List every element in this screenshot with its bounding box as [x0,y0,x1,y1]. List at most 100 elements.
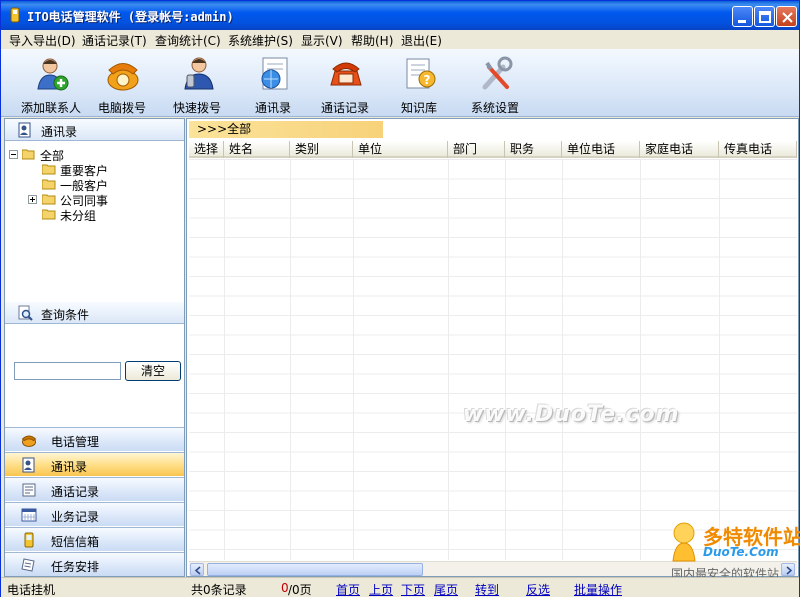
system-settings-button[interactable]: 系统设置 [457,53,533,115]
scroll-left-button[interactable] [190,563,204,576]
query-panel-title: 查询条件 [41,308,90,322]
goto-page-link[interactable]: 转到 [475,581,499,597]
menu-system-maintenance[interactable]: 系统维护(S) [228,32,293,49]
phone-dial-icon [107,63,139,91]
duote-logo: 多特软件站 DuoTe.Com 国内最安全的软件站 [663,519,800,581]
status-bar: 电话挂机 共0条记录 0 /0页 首页 上页 下页 尾页 转到 反选 批量操作 [1,577,799,597]
tools-icon [482,56,513,90]
collapse-icon[interactable] [9,150,18,159]
nav-sms-inbox[interactable]: 短信信箱 [5,527,184,551]
invert-selection-link[interactable]: 反选 [526,581,550,597]
call-log-label: 通话记录 [320,101,369,115]
nav-label: 通话记录 [51,485,100,499]
tree-node-general[interactable]: 一般客户 [9,177,179,193]
prev-page-link[interactable]: 上页 [369,581,393,597]
close-button[interactable] [776,6,797,27]
call-log-button[interactable]: 通话记录 [307,53,383,115]
call-log-icon [330,62,362,86]
nav-business-records[interactable]: 业务记录 [5,502,184,526]
clear-button[interactable]: 清空 [125,361,181,381]
folder-icon [42,164,56,175]
pc-dial-label: 电脑拨号 [97,101,146,115]
site-watermark: www.DuoTe.com [463,402,680,427]
contacts-icon [18,122,31,138]
menu-view[interactable]: 显示(V) [301,32,343,49]
menu-help[interactable]: 帮助(H) [351,32,393,49]
task-icon [21,558,35,572]
menu-query-stats[interactable]: 查询统计(C) [155,32,221,49]
batch-operation-link[interactable]: 批量操作 [574,581,622,597]
col-header-position[interactable]: 职务 [505,141,562,158]
knowledge-base-button[interactable]: ? 知识库 [381,53,457,115]
nav-label: 电话管理 [51,435,100,449]
window-title: ITO电话管理软件 (登录帐号:admin) [27,10,234,24]
svg-text:?: ? [424,73,431,87]
knowledge-base-label: 知识库 [400,101,437,115]
col-header-category[interactable]: 类别 [290,141,353,158]
quick-dial-label: 快速拨号 [172,101,221,115]
tree-node-all[interactable]: 全部 [9,147,179,163]
quick-dial-button[interactable]: 快速拨号 [159,53,235,115]
toolbar: 添加联系人 电脑拨号 快速拨号 通讯录 通话记录 ? 知识库 系统设置 [1,49,799,117]
search-input[interactable] [14,362,121,380]
nav-contacts[interactable]: 通讯录 [5,452,184,476]
col-header-department[interactable]: 部门 [448,141,505,158]
menu-call-records[interactable]: 通话记录(T) [82,32,147,49]
grid-line [448,159,449,560]
menu-import-export[interactable]: 导入导出(D) [9,32,76,49]
col-header-select[interactable]: 选择 [189,141,224,158]
col-header-office-phone[interactable]: 单位电话 [562,141,640,158]
address-book-label: 通讯录 [254,101,291,115]
tree-node-ungrouped[interactable]: 未分组 [9,207,179,223]
address-book-button[interactable]: 通讯录 [235,53,311,115]
folder-icon [42,179,56,190]
group-tree: 全部 重要客户 一般客户 公司同事 未分组 [5,143,184,300]
contacts-panel-title: 通讯录 [41,125,78,139]
nav-phone-management[interactable]: 电话管理 [5,427,184,451]
menu-exit[interactable]: 退出(E) [401,32,442,49]
next-page-link[interactable]: 下页 [401,581,425,597]
col-header-name[interactable]: 姓名 [224,141,290,158]
nav-label: 业务记录 [51,510,100,524]
tree-node-colleagues[interactable]: 公司同事 [9,192,179,208]
record-count: 共0条记录 [191,583,247,597]
maximize-button[interactable] [754,6,775,27]
nav-label: 通讯录 [51,460,88,474]
quick-dial-icon [184,57,214,90]
nav-label: 短信信箱 [51,535,100,549]
contacts-panel-header: 通讯录 [5,119,184,141]
first-page-link[interactable]: 首页 [336,581,360,597]
grid-line [562,159,563,560]
pc-dial-button[interactable]: 电脑拨号 [84,53,160,115]
add-contact-button[interactable]: 添加联系人 [13,53,89,115]
phone-icon [21,435,37,447]
mascot-icon [672,522,696,562]
address-book-icon [261,57,288,90]
scroll-thumb[interactable] [207,563,423,576]
expand-icon[interactable] [28,195,37,204]
minimize-button[interactable] [732,6,753,27]
arrow-left-icon [194,566,201,575]
grid-line [224,159,225,560]
tree-node-important[interactable]: 重要客户 [9,162,179,178]
col-header-company[interactable]: 单位 [353,141,448,158]
title-bar[interactable]: ITO电话管理软件 (登录帐号:admin) [1,1,799,30]
add-contact-icon [37,58,69,91]
nav-call-records[interactable]: 通话记录 [5,477,184,501]
close-icon [782,12,793,23]
nav-task-schedule[interactable]: 任务安排 [5,552,184,576]
folder-icon [42,209,56,220]
calendar-icon [21,508,37,522]
app-window: ITO电话管理软件 (登录帐号:admin) 导入导出(D) 通话记录(T) 查… [0,0,800,597]
grid-header: 选择 姓名 类别 单位 部门 职务 单位电话 家庭电话 传真电话 [189,141,797,158]
col-header-fax[interactable]: 传真电话 [719,141,797,158]
line-status: 电话挂机 [7,583,56,597]
last-page-link[interactable]: 尾页 [434,581,458,597]
contacts-icon [22,457,35,473]
knowledge-base-icon: ? [406,58,436,89]
grid-line [719,159,720,560]
brand-site: DuoTe.Com [703,545,779,559]
contacts-grid[interactable] [189,159,797,560]
tree-label: 未分组 [60,209,97,223]
col-header-home-phone[interactable]: 家庭电话 [640,141,719,158]
